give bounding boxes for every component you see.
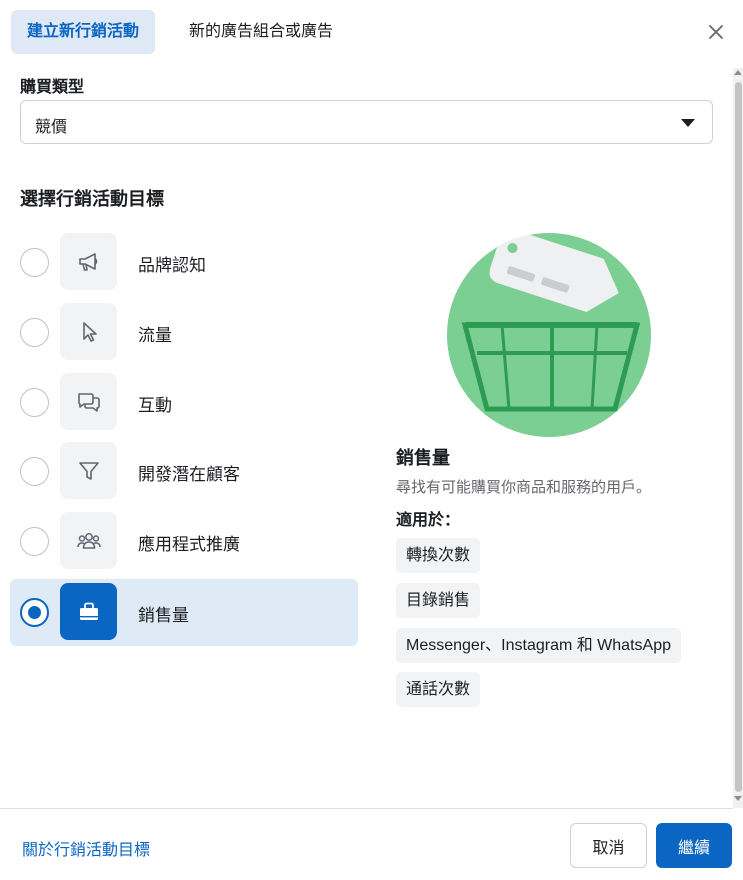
objective-section-title: 選擇行銷活動目標 bbox=[20, 189, 164, 209]
buying-type-select[interactable]: 競價 bbox=[20, 100, 713, 144]
objective-label: 流量 bbox=[138, 326, 172, 345]
sales-illustration-icon bbox=[447, 233, 651, 437]
cancel-button[interactable]: 取消 bbox=[570, 823, 647, 868]
objective-label: 互動 bbox=[138, 396, 172, 415]
close-icon[interactable] bbox=[702, 18, 730, 46]
objective-label: 應用程式推廣 bbox=[138, 535, 240, 554]
good-for-chip: 轉換次數 bbox=[396, 538, 481, 573]
objective-radio[interactable] bbox=[20, 527, 49, 556]
megaphone-icon bbox=[60, 233, 117, 290]
funnel-icon bbox=[60, 442, 117, 499]
cursor-icon bbox=[60, 303, 117, 360]
scroll-down-arrow-icon[interactable] bbox=[734, 796, 742, 801]
objective-detail-description: 尋找有可能購買你商品和服務的用戶。 bbox=[396, 479, 652, 496]
objective-label: 品牌認知 bbox=[138, 256, 206, 275]
objective-radio[interactable] bbox=[20, 457, 49, 486]
tab-create-new-campaign[interactable]: 建立新行銷活動 bbox=[11, 10, 156, 54]
tab-new-ad-set-or-ad[interactable]: 新的廣告組合或廣告 bbox=[173, 10, 349, 54]
good-for-label: 適用於： bbox=[396, 512, 461, 529]
objective-radio[interactable] bbox=[20, 388, 49, 417]
people-icon bbox=[60, 512, 117, 569]
objective-option-sales[interactable]: 銷售量 bbox=[10, 579, 358, 646]
objective-option-engagement[interactable]: 互動 bbox=[10, 369, 358, 436]
objective-label: 銷售量 bbox=[138, 606, 189, 625]
continue-button[interactable]: 繼續 bbox=[656, 823, 732, 868]
buying-type-label: 購買類型 bbox=[20, 79, 85, 96]
about-objectives-link[interactable]: 關於行銷活動目標 bbox=[22, 836, 150, 860]
shopping-bag-icon bbox=[60, 583, 117, 640]
objective-option-leads[interactable]: 開發潛在顧客 bbox=[10, 438, 358, 505]
good-for-chip: 目錄銷售 bbox=[396, 583, 481, 618]
footer-divider bbox=[0, 808, 733, 809]
objective-radio[interactable] bbox=[20, 248, 49, 277]
objective-detail-title: 銷售量 bbox=[396, 448, 450, 468]
objective-radio[interactable] bbox=[20, 318, 49, 347]
scroll-up-arrow-icon[interactable] bbox=[734, 70, 742, 75]
objective-radio-selected[interactable] bbox=[20, 598, 49, 627]
scrollbar-thumb[interactable] bbox=[735, 82, 742, 792]
buying-type-value: 競價 bbox=[35, 119, 68, 136]
good-for-chip: 通話次數 bbox=[396, 672, 481, 707]
chat-bubbles-icon bbox=[60, 373, 117, 430]
good-for-chip: Messenger、Instagram 和 WhatsApp bbox=[396, 628, 681, 663]
objective-label: 開發潛在顧客 bbox=[138, 465, 240, 484]
objective-option-traffic[interactable]: 流量 bbox=[10, 299, 358, 366]
objective-option-awareness[interactable]: 品牌認知 bbox=[10, 229, 358, 296]
caret-down-icon bbox=[681, 119, 695, 127]
create-campaign-dialog: 建立新行銷活動 新的廣告組合或廣告 購買類型 競價 選擇行銷活動目標 品牌認知 … bbox=[0, 0, 743, 880]
objective-option-app-promotion[interactable]: 應用程式推廣 bbox=[10, 508, 358, 575]
